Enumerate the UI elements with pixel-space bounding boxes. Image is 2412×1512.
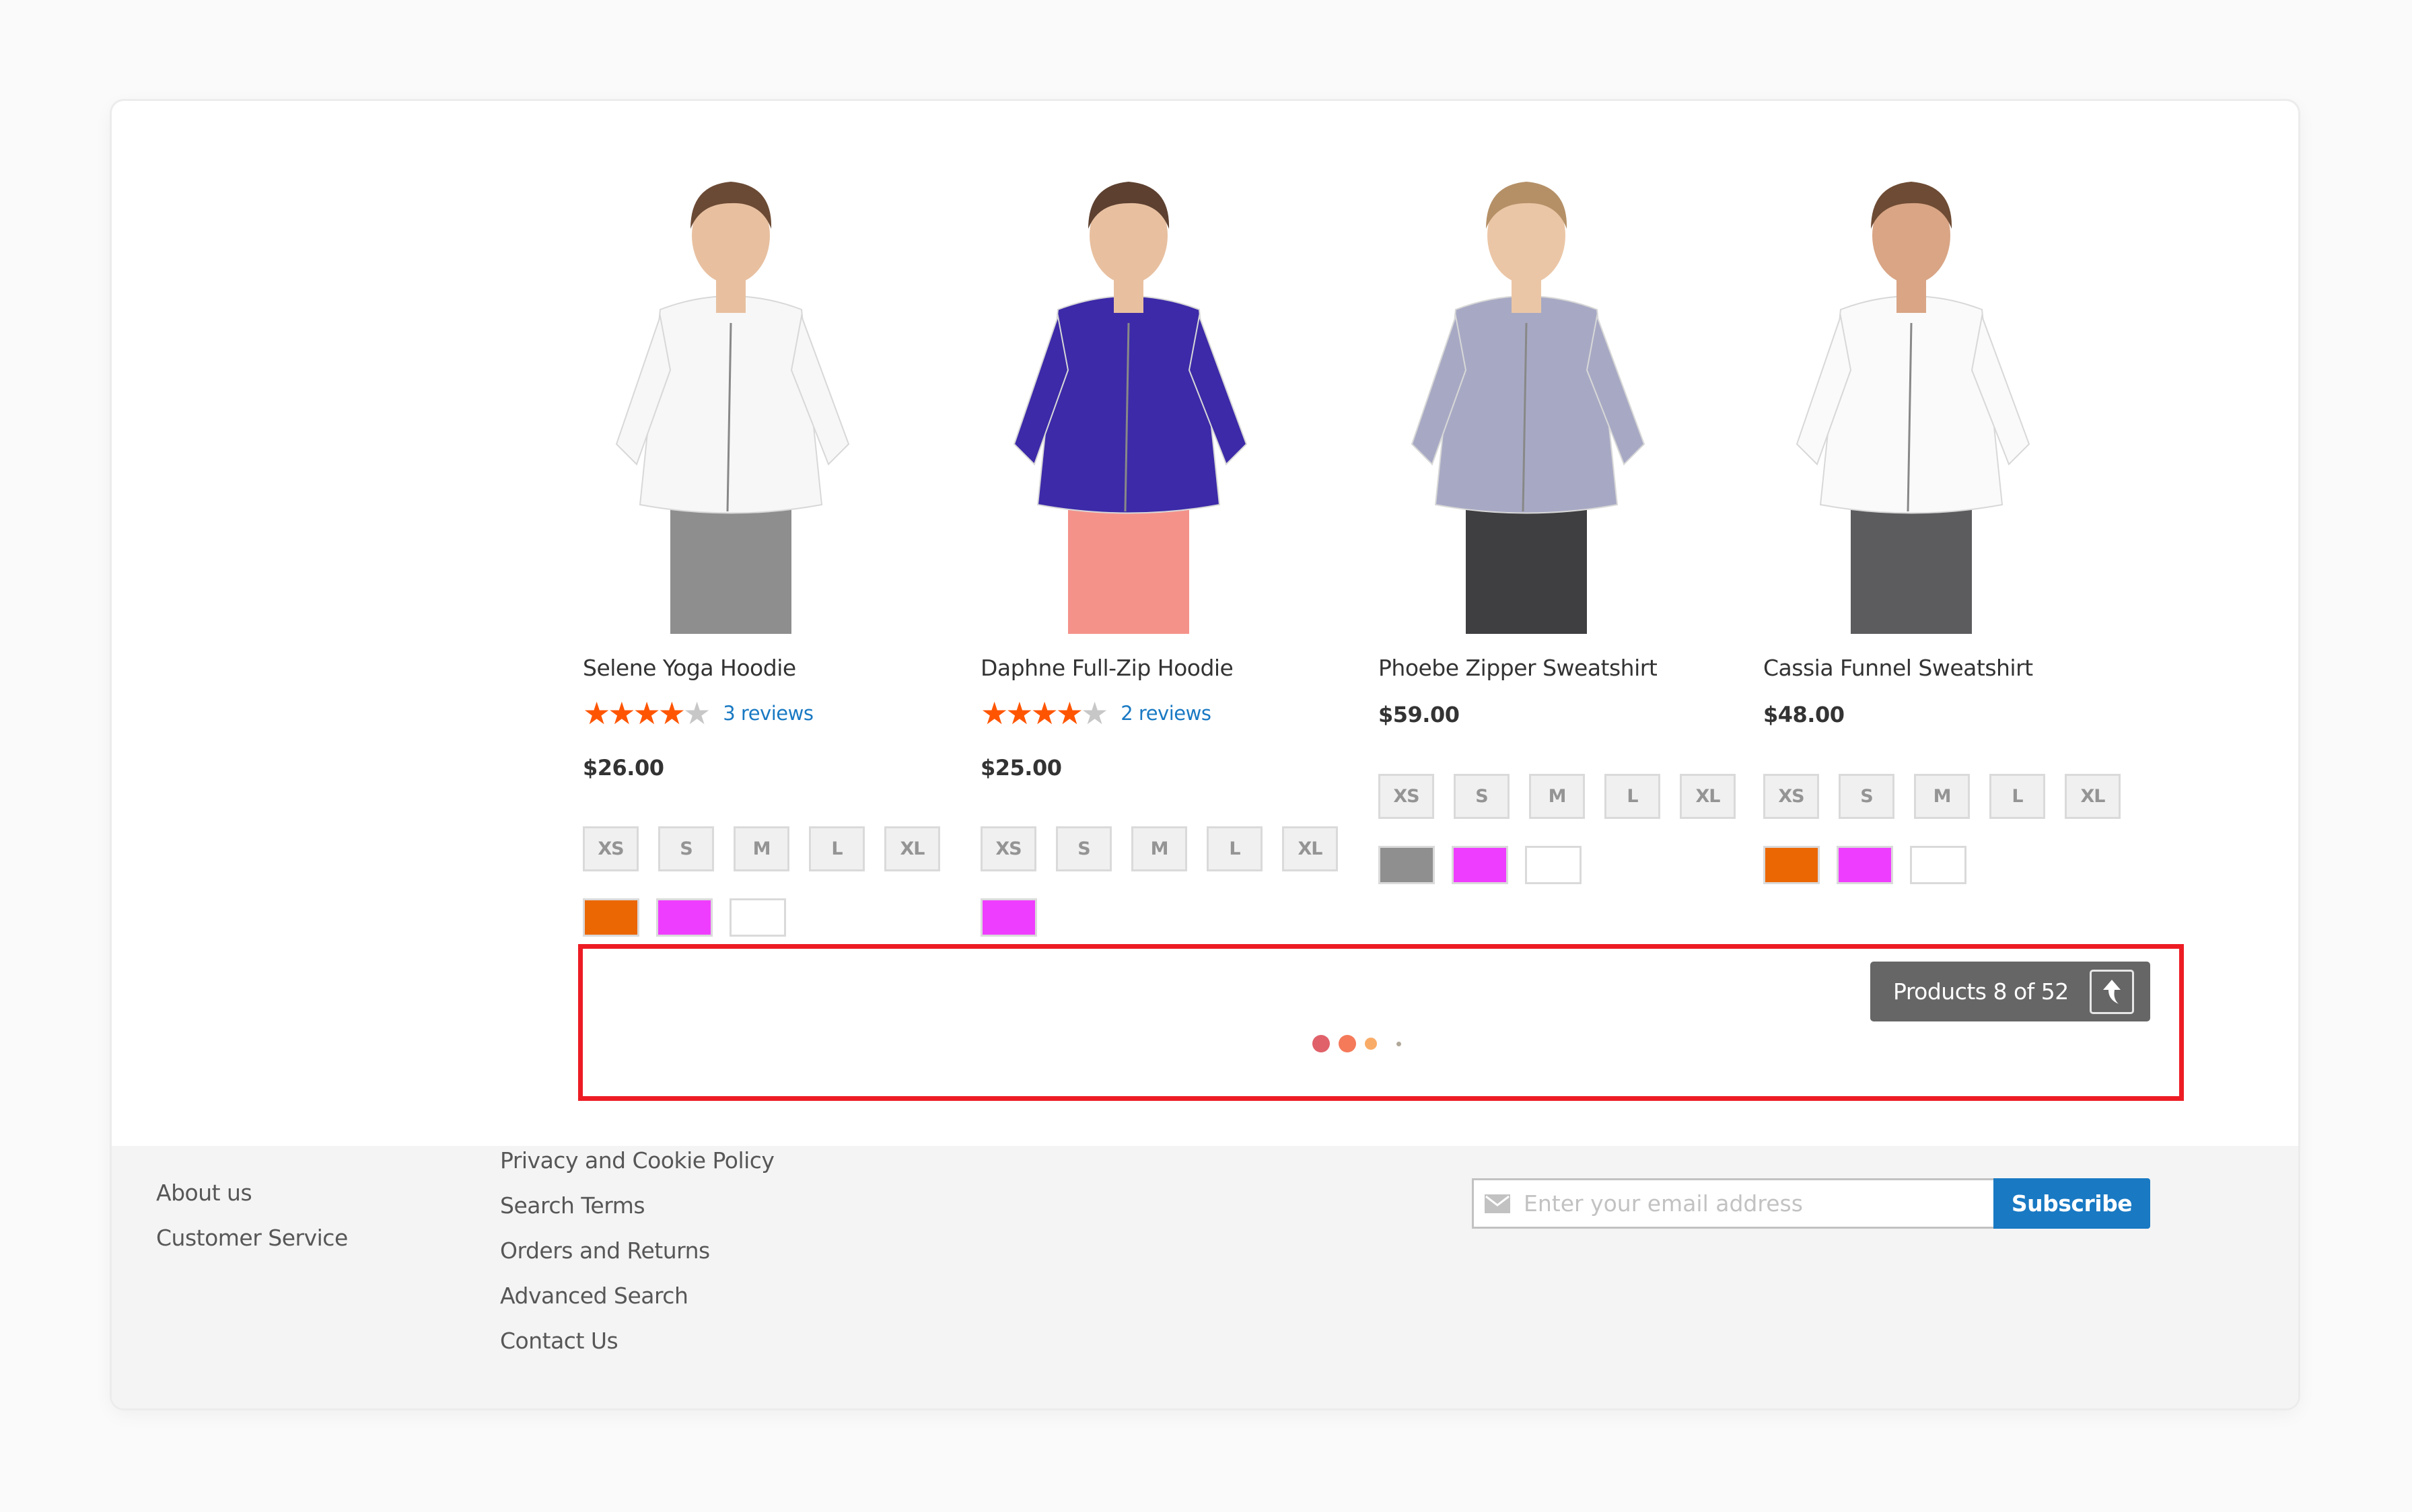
product-photo-purple-hoodie <box>1013 182 1248 634</box>
size-swatch-xs[interactable]: XS <box>1378 774 1434 819</box>
newsletter-email-field <box>1472 1178 1993 1229</box>
color-options <box>583 898 786 937</box>
size-swatch-l[interactable]: L <box>1989 774 2045 819</box>
size-swatch-l[interactable]: L <box>809 826 865 871</box>
star-icon: ★ <box>608 695 636 731</box>
product-photo-white-hoodie <box>615 182 850 634</box>
products-counter-label: Products 8 of 52 <box>1893 978 2069 1005</box>
color-swatch[interactable] <box>1452 846 1508 884</box>
size-swatch-s[interactable]: S <box>1056 826 1112 871</box>
color-swatch[interactable] <box>1763 846 1820 884</box>
product-name-link[interactable]: Cassia Funnel Sweatshirt <box>1763 655 2033 681</box>
size-swatch-xl[interactable]: XL <box>884 826 940 871</box>
loader-dot <box>1365 1038 1377 1050</box>
size-options: XS S M L XL <box>981 826 1338 871</box>
size-swatch-xs[interactable]: XS <box>1763 774 1819 819</box>
star-icon: ★ <box>1030 695 1059 731</box>
size-swatch-m[interactable]: M <box>1131 826 1187 871</box>
color-swatch[interactable] <box>1378 846 1435 884</box>
size-swatch-s[interactable]: S <box>1839 774 1894 819</box>
star-icon: ★ <box>981 695 1009 731</box>
product-image[interactable] <box>987 155 1270 634</box>
color-swatch[interactable] <box>1525 846 1582 884</box>
star-icon: ★ <box>658 695 686 731</box>
color-swatch[interactable] <box>730 898 786 937</box>
page-card: Selene Yoga Hoodie ★ ★ ★ ★ ★ 3 reviews $26.00 XS… <box>112 101 2298 1408</box>
star-icon: ★ <box>1081 695 1109 731</box>
footer-link-privacy[interactable]: Privacy and Cookie Policy <box>500 1147 775 1174</box>
product-name-link[interactable]: Phoebe Zipper Sweatshirt <box>1378 655 1658 681</box>
product-price: $59.00 <box>1378 702 1460 727</box>
envelope-icon <box>1485 1194 1510 1213</box>
product-photo-grey-sweatshirt <box>1411 182 1645 634</box>
star-icon: ★ <box>683 695 711 731</box>
rating-stars: ★ ★ ★ ★ ★ 3 reviews <box>583 695 814 731</box>
loader-dot <box>1396 1041 1401 1046</box>
back-to-top-button[interactable] <box>2090 970 2134 1014</box>
size-swatch-s[interactable]: S <box>1454 774 1510 819</box>
star-icon: ★ <box>633 695 661 731</box>
size-swatch-xl[interactable]: XL <box>2065 774 2121 819</box>
product-image[interactable] <box>1770 155 2053 634</box>
newsletter-email-input[interactable] <box>1522 1190 1956 1217</box>
footer-link-contact-us[interactable]: Contact Us <box>500 1328 618 1354</box>
product-photo-white-funnel-sweatshirt <box>1796 182 2030 634</box>
size-swatch-s[interactable]: S <box>658 826 714 871</box>
reviews-link[interactable]: 2 reviews <box>1121 702 1211 725</box>
color-swatch[interactable] <box>1837 846 1893 884</box>
loading-indicator <box>1312 1035 1401 1052</box>
product-name-link[interactable]: Daphne Full-Zip Hoodie <box>981 655 1234 681</box>
color-options <box>1378 846 1582 884</box>
footer: About us Customer Service Privacy and Co… <box>112 1146 2298 1408</box>
size-swatch-l[interactable]: L <box>1207 826 1263 871</box>
size-swatch-xl[interactable]: XL <box>1680 774 1736 819</box>
footer-link-customer-service[interactable]: Customer Service <box>156 1225 348 1251</box>
product-price: $26.00 <box>583 755 664 781</box>
footer-link-advanced-search[interactable]: Advanced Search <box>500 1283 688 1309</box>
size-swatch-xs[interactable]: XS <box>583 826 639 871</box>
rating-stars: ★ ★ ★ ★ ★ 2 reviews <box>981 698 1211 729</box>
color-options <box>1763 846 1966 884</box>
loader-dot <box>1312 1035 1330 1052</box>
product-image[interactable] <box>590 155 872 634</box>
color-swatch[interactable] <box>1910 846 1966 884</box>
size-options: XS S M L XL <box>1378 774 1736 819</box>
star-icon: ★ <box>1005 695 1034 731</box>
product-price: $48.00 <box>1763 702 1845 727</box>
size-swatch-m[interactable]: M <box>1914 774 1970 819</box>
newsletter-form: Subscribe <box>1472 1178 2150 1229</box>
size-swatch-l[interactable]: L <box>1604 774 1660 819</box>
reviews-link[interactable]: 3 reviews <box>723 702 814 725</box>
size-options: XS S M L XL <box>1763 774 2121 819</box>
product-image[interactable] <box>1385 155 1668 634</box>
product-name-link[interactable]: Selene Yoga Hoodie <box>583 655 796 681</box>
star-icon: ★ <box>583 695 611 731</box>
size-swatch-m[interactable]: M <box>734 826 789 871</box>
products-counter: Products 8 of 52 <box>1870 962 2150 1021</box>
size-swatch-xs[interactable]: XS <box>981 826 1036 871</box>
arrow-up-icon <box>2103 980 2121 1004</box>
loader-dot <box>1339 1035 1356 1052</box>
color-swatch[interactable] <box>656 898 713 937</box>
size-options: XS S M L XL <box>583 826 940 871</box>
footer-link-orders-returns[interactable]: Orders and Returns <box>500 1237 710 1264</box>
color-options <box>981 898 1037 937</box>
star-icon: ★ <box>1055 695 1084 731</box>
product-price: $25.00 <box>981 755 1062 781</box>
footer-link-about-us[interactable]: About us <box>156 1180 252 1206</box>
subscribe-button[interactable]: Subscribe <box>1993 1178 2150 1229</box>
size-swatch-m[interactable]: M <box>1529 774 1585 819</box>
color-swatch[interactable] <box>583 898 639 937</box>
size-swatch-xl[interactable]: XL <box>1282 826 1338 871</box>
footer-link-search-terms[interactable]: Search Terms <box>500 1192 645 1219</box>
color-swatch[interactable] <box>981 898 1037 937</box>
